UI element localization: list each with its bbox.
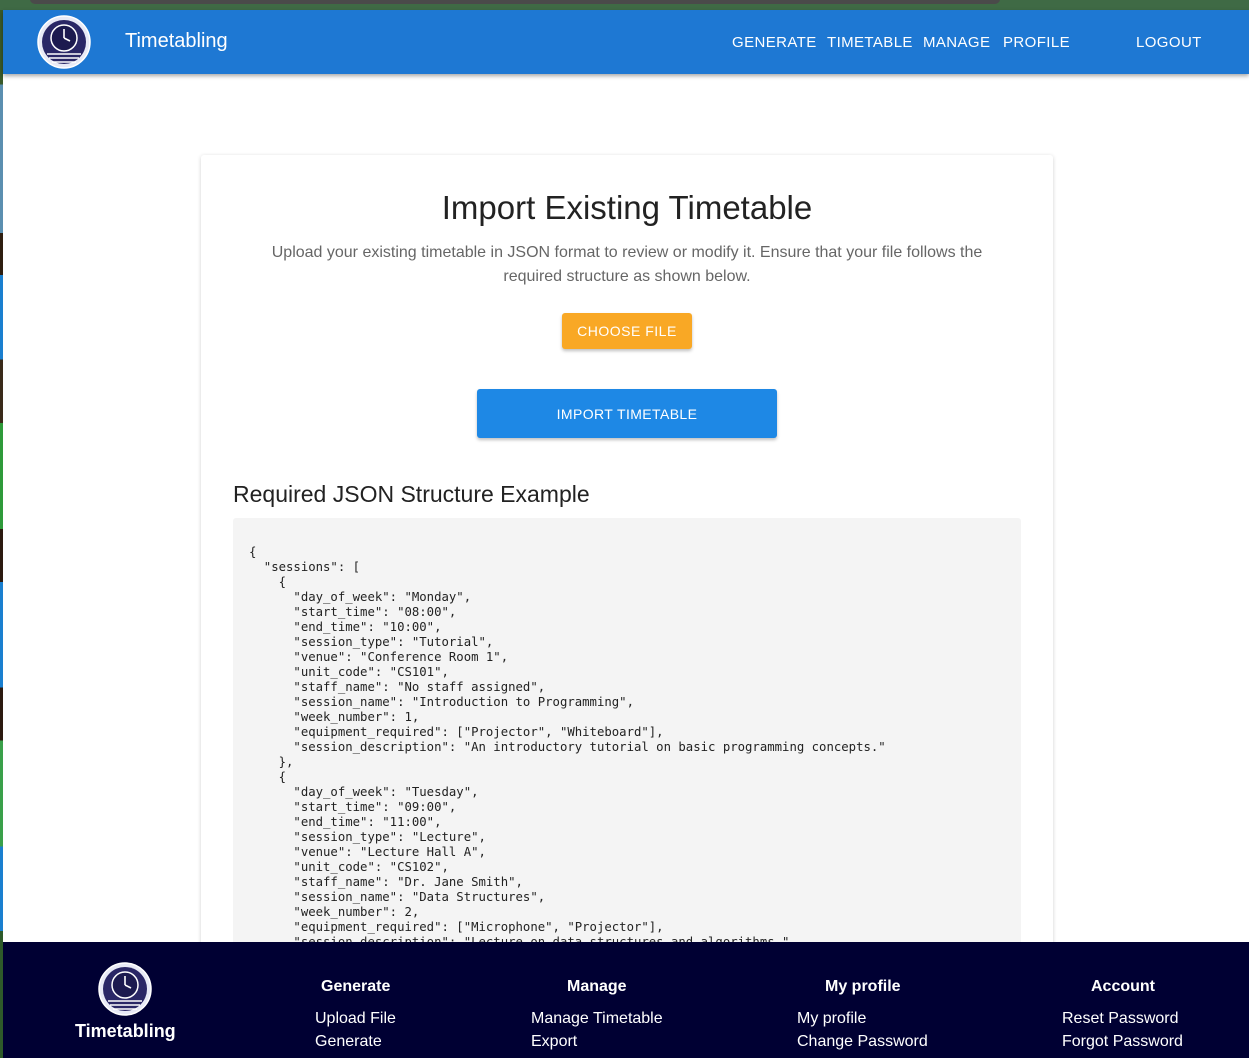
page-description: Upload your existing timetable in JSON f… (271, 244, 983, 285)
nav-manage[interactable]: MANAGE (923, 34, 990, 51)
desktop-wallpaper (0, 0, 3, 1058)
footer-heading-generate: Generate (321, 978, 391, 995)
app-header: Timetabling GENERATE TIMETABLE MANAGE PR… (3, 10, 1249, 74)
footer-brand: Timetabling (75, 1021, 176, 1041)
json-example-code: { "sessions": [ { "day_of_week": "Monday… (249, 545, 886, 949)
top-strip-pill (30, 0, 1000, 4)
footer-heading-my-profile: My profile (825, 978, 901, 995)
footer-link-upload-file[interactable]: Upload File (315, 1010, 396, 1028)
choose-file-button[interactable]: CHOOSE FILE (562, 313, 692, 349)
footer-link-reset-password[interactable]: Reset Password (1062, 1010, 1179, 1028)
nav-profile[interactable]: PROFILE (1003, 34, 1070, 51)
footer-heading-account: Account (1091, 978, 1155, 995)
nav-logout[interactable]: LOGOUT (1136, 34, 1202, 51)
json-example-heading: Required JSON Structure Example (233, 481, 590, 507)
app-brand[interactable]: Timetabling (125, 30, 228, 53)
footer-link-generate[interactable]: Generate (315, 1033, 382, 1051)
footer-link-forgot-password[interactable]: Forgot Password (1062, 1033, 1183, 1051)
clock-logo-icon[interactable] (37, 15, 91, 69)
footer-link-export[interactable]: Export (531, 1033, 577, 1051)
footer-heading-manage: Manage (567, 978, 627, 995)
footer-link-manage-timetable[interactable]: Manage Timetable (531, 1010, 663, 1028)
browser-top-strip (0, 0, 1249, 10)
clock-logo-icon (98, 962, 152, 1016)
nav-generate[interactable]: GENERATE (732, 34, 817, 51)
import-timetable-button[interactable]: IMPORT TIMETABLE (477, 389, 777, 438)
footer-link-my-profile[interactable]: My profile (797, 1010, 866, 1028)
app-footer: Timetabling Generate Upload File Generat… (3, 942, 1249, 1058)
json-example-codebox[interactable]: { "sessions": [ { "day_of_week": "Monday… (233, 518, 1021, 958)
nav-timetable[interactable]: TIMETABLE (827, 34, 913, 51)
footer-link-change-password[interactable]: Change Password (797, 1033, 928, 1051)
import-card: Import Existing Timetable Upload your ex… (201, 155, 1053, 958)
page-title: Import Existing Timetable (441, 189, 813, 226)
